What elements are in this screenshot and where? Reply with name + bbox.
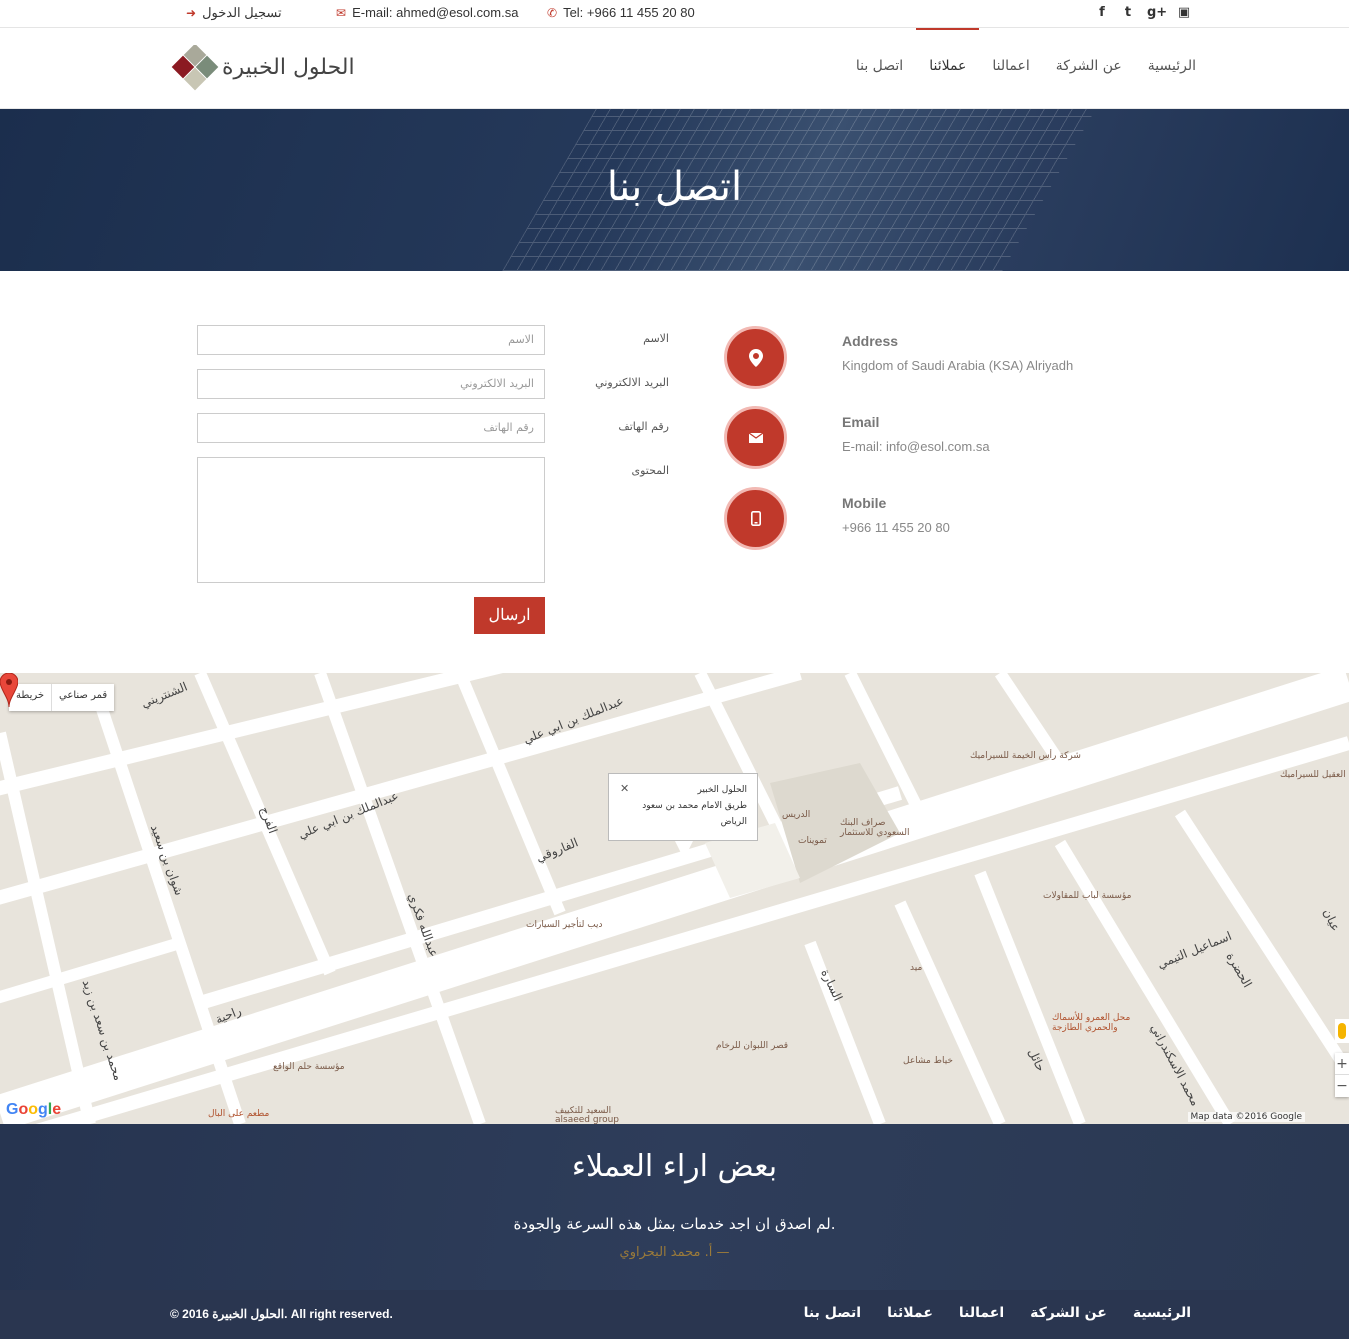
email-input[interactable]: البريد الالكتروني	[197, 369, 545, 399]
map-poi[interactable]: محل العمرو للأسماك والحمري الطازجة	[1052, 1013, 1142, 1033]
mobile-badge	[724, 487, 787, 550]
address-value: Kingdom of Saudi Arabia (KSA) Alriyadh	[842, 358, 1074, 373]
logo-text: الحلول الخبيرة	[222, 55, 355, 80]
nav-about[interactable]: عن الشركة	[1056, 58, 1122, 74]
phone-label: رقم الهاتف	[618, 420, 669, 433]
map-poi[interactable]: صراف البنك السعودي للاستثمار	[840, 818, 920, 838]
top-bar: ➜ تسجيل الدخول ✉ E-mail: ahmed@esol.com.sa…	[0, 0, 1349, 28]
map-poi[interactable]: السعيد للتكييف alsaeed group	[555, 1107, 625, 1125]
zoom-out-button[interactable]: −	[1335, 1075, 1349, 1097]
copyright: © 2016 الحلول الخبيرة. All right reserve…	[170, 1307, 393, 1321]
content-label: المحتوى	[631, 464, 669, 477]
map-attribution: Map data ©2016 Google	[1187, 1112, 1305, 1122]
zoom-control: + −	[1335, 1053, 1349, 1097]
mobile-title: Mobile	[842, 495, 887, 511]
twitter-icon[interactable]: t	[1121, 5, 1135, 20]
facebook-icon[interactable]: f	[1095, 5, 1109, 20]
login-link[interactable]: ➜ تسجيل الدخول	[186, 5, 282, 21]
email-badge	[724, 406, 787, 469]
zoom-in-button[interactable]: +	[1335, 1053, 1349, 1075]
footer-nav-about[interactable]: عن الشركة	[1030, 1305, 1107, 1321]
nav-contact[interactable]: اتصل بنا	[856, 58, 903, 74]
name-input[interactable]: الاسم	[197, 325, 545, 355]
address-badge	[724, 326, 787, 389]
map-poi[interactable]: الدريس	[782, 810, 810, 820]
testimonial-quote: لم اصدق ان اجد خدمات بمثل هذه السرعة وال…	[513, 1215, 836, 1233]
main-nav: الرئيسية عن الشركة اعمالنا عملائنا اتصل …	[856, 28, 1196, 74]
footer-nav-contact[interactable]: اتصل بنا	[804, 1305, 861, 1321]
address-title: Address	[842, 333, 899, 349]
nav-works[interactable]: اعمالنا	[992, 58, 1029, 74]
map-poi[interactable]: مطعم على البال	[208, 1109, 269, 1119]
topbar-tel-text: Tel: +966 11 455 20 80	[563, 5, 695, 20]
map-poi[interactable]: مؤسسة حلم الواقع	[273, 1062, 345, 1072]
testimonials-title: بعض اراء العملاء	[571, 1149, 778, 1184]
content-textarea[interactable]	[197, 457, 545, 583]
mobile-icon	[750, 511, 761, 526]
login-icon: ➜	[186, 6, 197, 20]
map-info-window: ✕ الحلول الخبير طريق الامام محمد بن سعود…	[608, 773, 758, 859]
logo-mark-icon	[171, 45, 219, 91]
google-logo: Google	[6, 1101, 62, 1118]
email-value: E-mail: info@esol.com.sa	[842, 439, 990, 454]
footer: © 2016 الحلول الخبيرة. All right reserve…	[0, 1290, 1349, 1339]
map-type-satellite[interactable]: قمر صناعي	[52, 684, 114, 711]
map-poi[interactable]: تموينات	[798, 836, 827, 846]
send-button[interactable]: ارسال	[474, 597, 545, 634]
footer-nav-clients[interactable]: عملائنا	[887, 1305, 933, 1321]
google-map[interactable]: خريطة قمر صناعي عبدالملك بن ابي علي عبدا…	[0, 673, 1349, 1124]
main-header: الحلول الخبيرة الرئيسية عن الشركة اعمالن…	[0, 28, 1349, 109]
envelope-icon	[748, 432, 763, 443]
map-pin-icon[interactable]	[0, 673, 18, 707]
page-title: اتصل بنا	[606, 164, 743, 210]
nav-home[interactable]: الرئيسية	[1148, 58, 1196, 74]
logo[interactable]: الحلول الخبيرة	[170, 45, 355, 95]
map-poi[interactable]: شركة رأس الخيمة للسيراميك	[970, 751, 1081, 761]
email-label: البريد الالكتروني	[595, 376, 669, 389]
nav-clients[interactable]: عملائنا	[916, 28, 980, 74]
map-poi[interactable]: مؤسسة لباب للمقاولات	[1043, 891, 1131, 901]
info-window-tail	[675, 841, 693, 859]
youtube-icon[interactable]: ▣	[1177, 5, 1191, 20]
name-label: الاسم	[643, 332, 669, 345]
page-banner: اتصل بنا	[0, 109, 1349, 271]
close-icon[interactable]: ✕	[620, 781, 629, 797]
footer-nav: الرئيسية عن الشركة اعمالنا عملائنا اتصل …	[804, 1305, 1191, 1321]
info-line: الرياض	[720, 817, 747, 827]
map-poi[interactable]: قصر اللبوان للرخام	[716, 1041, 788, 1051]
topbar-tel[interactable]: ✆ Tel: +966 11 455 20 80	[547, 5, 695, 20]
info-line: طريق الامام محمد بن سعود	[642, 801, 747, 811]
footer-nav-works[interactable]: اعمالنا	[959, 1305, 1004, 1321]
map-roads	[0, 673, 1349, 1124]
info-line: الحلول الخبير	[697, 785, 747, 795]
email-title: Email	[842, 414, 880, 430]
mobile-value: +966 11 455 20 80	[842, 520, 950, 535]
footer-nav-home[interactable]: الرئيسية	[1133, 1305, 1191, 1321]
topbar-email-text: E-mail: ahmed@esol.com.sa	[352, 5, 519, 20]
map-poi[interactable]: ميد	[910, 963, 922, 973]
street-view-icon[interactable]	[1335, 1019, 1349, 1043]
map-marker-icon	[748, 348, 763, 367]
social-links: f t g+ ▣	[1095, 5, 1191, 20]
phone-icon: ✆	[547, 6, 558, 20]
login-label: تسجيل الدخول	[202, 5, 282, 20]
google-plus-icon[interactable]: g+	[1147, 5, 1167, 20]
testimonials-section: بعض اراء العملاء لم اصدق ان اجد خدمات بم…	[0, 1124, 1349, 1290]
map-poi[interactable]: ديب لتأجير السيارات	[526, 920, 603, 930]
map-type-control: خريطة قمر صناعي	[9, 684, 115, 711]
phone-input[interactable]: رقم الهاتف	[197, 413, 545, 443]
contact-section: الاسم الاسم البريد الالكتروني البريد الا…	[0, 271, 1349, 673]
envelope-icon: ✉	[336, 6, 347, 20]
map-poi[interactable]: خياط مشاعل	[903, 1056, 953, 1066]
topbar-email[interactable]: ✉ E-mail: ahmed@esol.com.sa	[336, 5, 518, 20]
testimonial-author: أ. محمد البحراوي —	[619, 1245, 730, 1260]
map-poi[interactable]: محمد العقيل للسيراميك	[1280, 770, 1349, 780]
